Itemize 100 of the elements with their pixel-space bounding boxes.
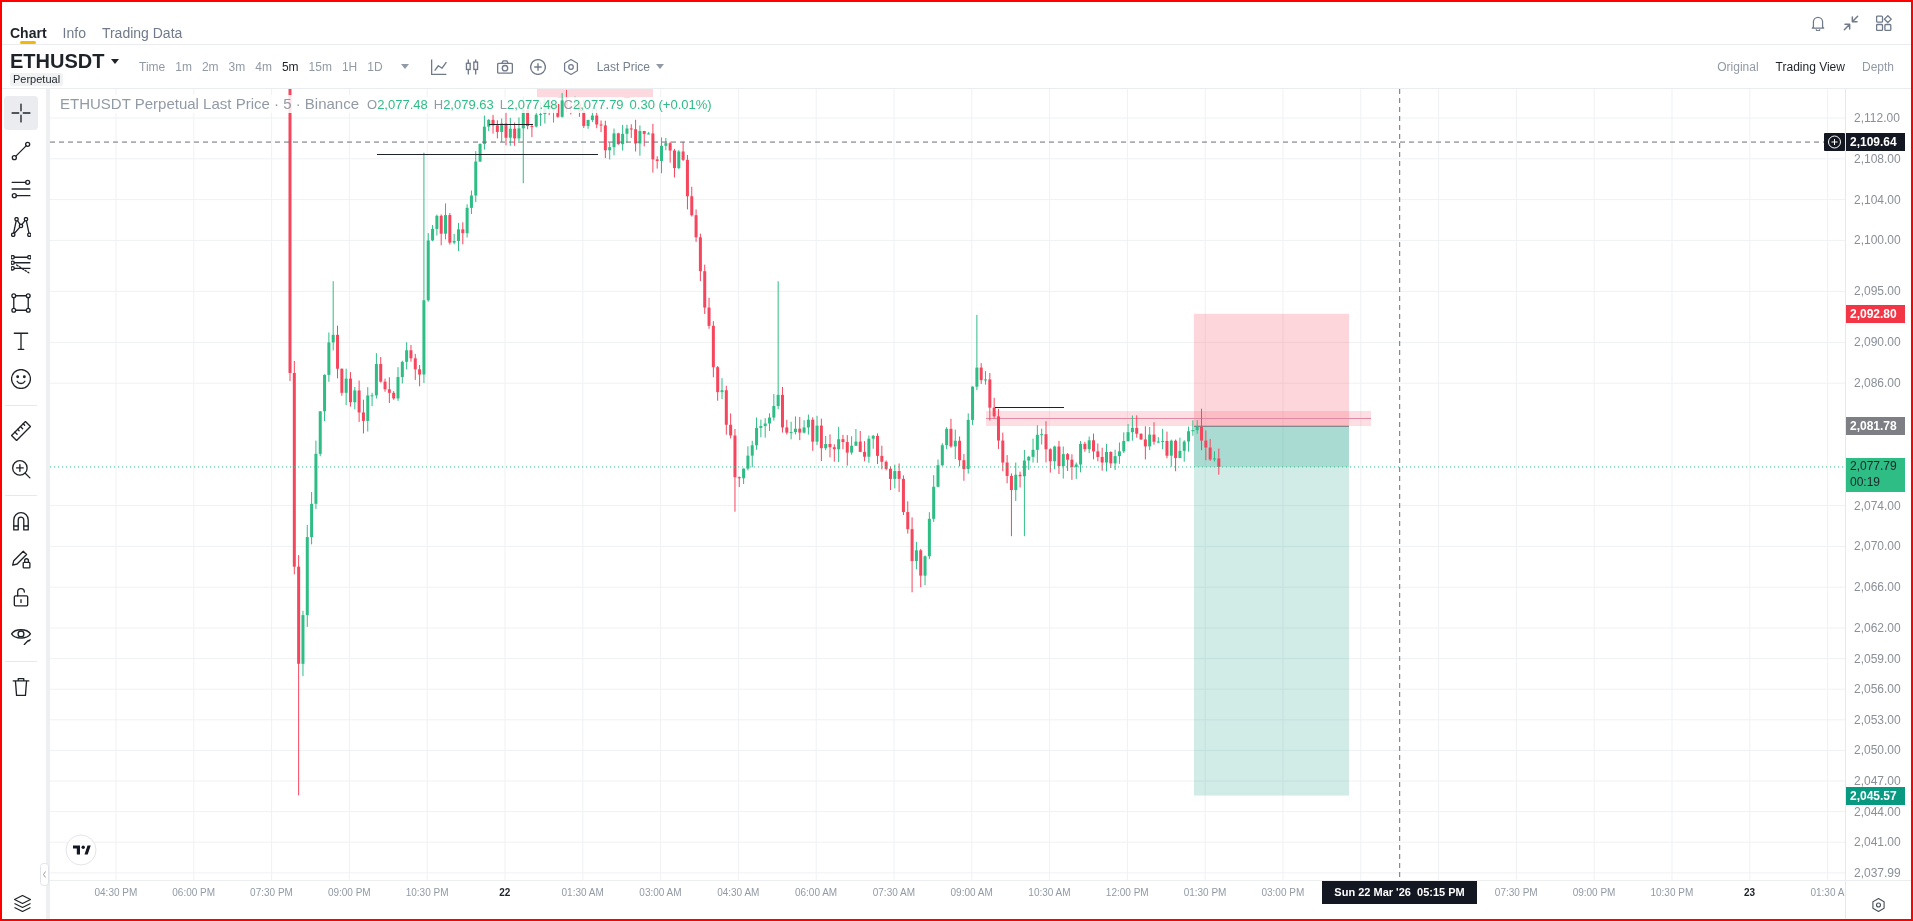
price-label: 2,095.00 — [1854, 285, 1901, 298]
interval-button[interactable]: Time — [134, 58, 171, 75]
time-label: 03:00 PM — [1261, 887, 1305, 899]
time-label: 07:30 PM — [250, 887, 293, 899]
time-label: 09:00 AM — [950, 887, 993, 899]
last-price-value: 2,077.79 — [1850, 458, 1897, 475]
caret-icon[interactable] — [400, 64, 409, 69]
price-label: 2,074.00 — [1854, 499, 1901, 512]
time-label: 10:30 PM — [405, 887, 449, 899]
caret-icon — [111, 58, 120, 64]
interval-button[interactable]: 1m — [170, 58, 197, 75]
time-label: 01:30 AM — [561, 887, 604, 899]
price-label: 2,041.00 — [1854, 836, 1901, 849]
price-label: 2,066.00 — [1854, 581, 1901, 594]
trash-icon[interactable] — [11, 677, 31, 697]
zigzag-pattern-icon[interactable] — [11, 217, 31, 237]
take-profit-price-tag: 2,045.57 — [1846, 786, 1905, 805]
chart-legend-title: ETHUSDT Perpetual Last Price · 5 · Binance — [60, 95, 359, 113]
price-label: 2,090.00 — [1854, 336, 1901, 349]
interval-button[interactable]: 15m — [303, 58, 337, 75]
time-label: 01:30 PM — [1183, 887, 1227, 899]
price-label: 2,086.00 — [1854, 377, 1901, 390]
layers-icon[interactable] — [14, 895, 31, 912]
interval-button[interactable]: 1D — [362, 58, 388, 75]
price-label: 2,053.00 — [1854, 713, 1901, 726]
candlestick-icon[interactable] — [463, 58, 480, 75]
tab[interactable]: Trading Data — [101, 2, 183, 44]
time-label: 06:00 PM — [172, 887, 216, 899]
levels-icon[interactable] — [11, 255, 31, 275]
interval-button[interactable]: 1H — [336, 58, 363, 75]
trend-line-icon[interactable] — [11, 141, 31, 161]
price-label: 2,112.00 — [1854, 112, 1900, 124]
contract-type-badge: Perpetual — [10, 73, 64, 86]
tab[interactable]: Chart — [10, 2, 47, 44]
date-label: 22 — [499, 887, 511, 899]
bell-icon[interactable] — [1810, 15, 1826, 31]
collapse-arrows-icon[interactable] — [1843, 15, 1859, 31]
zoom-in-icon[interactable] — [11, 459, 31, 479]
price-label: 2,044.00 — [1854, 805, 1901, 818]
view-tab[interactable]: Depth — [1861, 58, 1894, 75]
settings-icon[interactable] — [562, 58, 579, 75]
horizontal-lines-icon[interactable] — [11, 179, 31, 199]
interval-button[interactable]: 5m — [276, 58, 304, 75]
interval-button[interactable]: 2m — [196, 58, 224, 75]
price-label: 2,047.00 — [1854, 775, 1901, 787]
crosshair-icon[interactable] — [11, 103, 31, 123]
time-label: 07:30 AM — [872, 887, 915, 899]
stop-loss-price-tag: 2,092.80 — [1846, 304, 1905, 323]
ohlc-value: O2,077.48 — [367, 97, 428, 113]
price-label: 2,104.00 — [1854, 193, 1901, 206]
magnet-icon[interactable] — [11, 511, 31, 531]
rectangle-icon[interactable] — [11, 293, 31, 313]
crosshair-price-tag: 2,109.64 — [1846, 133, 1905, 152]
logo-icon[interactable] — [65, 834, 97, 866]
time-label: 03:00 AM — [639, 887, 682, 899]
price-label: 2,056.00 — [1854, 683, 1901, 696]
settings-icon[interactable] — [1872, 898, 1885, 912]
time-label: 09:00 PM — [327, 887, 371, 899]
view-tab[interactable]: Original — [1717, 58, 1759, 75]
camera-icon[interactable] — [496, 58, 513, 75]
interval-button[interactable]: 3m — [223, 58, 251, 75]
ohlc-value: H2,079.63 — [433, 97, 494, 113]
price-source-dropdown[interactable]: Last Price — [596, 58, 664, 75]
time-label: 12:00 PM — [1105, 887, 1149, 899]
line-chart-icon[interactable] — [430, 58, 447, 75]
price-label: 2,070.00 — [1854, 540, 1901, 553]
entry-price-tag: 2,081.78 — [1846, 417, 1905, 436]
time-label: 10:30 PM — [1650, 887, 1694, 899]
date-label: 23 — [1744, 887, 1756, 899]
ohlc-value: C2,077.79 — [563, 97, 624, 113]
time-label: 07:30 PM — [1494, 887, 1538, 899]
collapse-handle[interactable] — [40, 863, 49, 886]
tab[interactable]: Info — [62, 2, 86, 44]
text-icon[interactable] — [11, 331, 31, 351]
time-label: 01:30 A — [1810, 887, 1845, 899]
price-label: 2,062.00 — [1854, 622, 1901, 634]
time-label: 10:30 AM — [1028, 887, 1071, 899]
price-change: 0.30 (+0.01%) — [629, 97, 712, 113]
time-label: 04:30 AM — [717, 887, 760, 899]
time-label: 06:00 AM — [794, 887, 838, 899]
view-tab[interactable]: Trading View — [1775, 58, 1845, 75]
ohlc-value: L2,077.48 — [499, 97, 558, 113]
crosshair-tool-button[interactable] — [4, 96, 38, 130]
price-label: 2,059.00 — [1854, 652, 1901, 665]
interval-button[interactable]: 4m — [250, 58, 277, 75]
price-label: 2,037.99 — [1854, 866, 1901, 879]
ruler-icon[interactable] — [11, 421, 31, 441]
padlock-icon[interactable] — [11, 587, 31, 607]
symbol-dropdown[interactable]: ETHUSDT — [10, 50, 120, 72]
crosshair-time-label: Sun 22 Mar '26 05:15 PM — [1321, 881, 1478, 904]
caret-icon — [656, 64, 664, 69]
time-label: 09:00 PM — [1572, 887, 1616, 899]
time-label: 04:30 PM — [94, 887, 138, 899]
countdown-timer: 00:19 — [1850, 474, 1881, 491]
smiley-icon[interactable] — [11, 369, 31, 389]
price-label: 2,108.00 — [1854, 152, 1901, 165]
price-label: 2,050.00 — [1854, 744, 1901, 757]
pencil-lock-icon[interactable] — [11, 549, 31, 569]
apps-grid-icon[interactable] — [1876, 15, 1892, 31]
price-label: 2,100.00 — [1854, 234, 1901, 247]
